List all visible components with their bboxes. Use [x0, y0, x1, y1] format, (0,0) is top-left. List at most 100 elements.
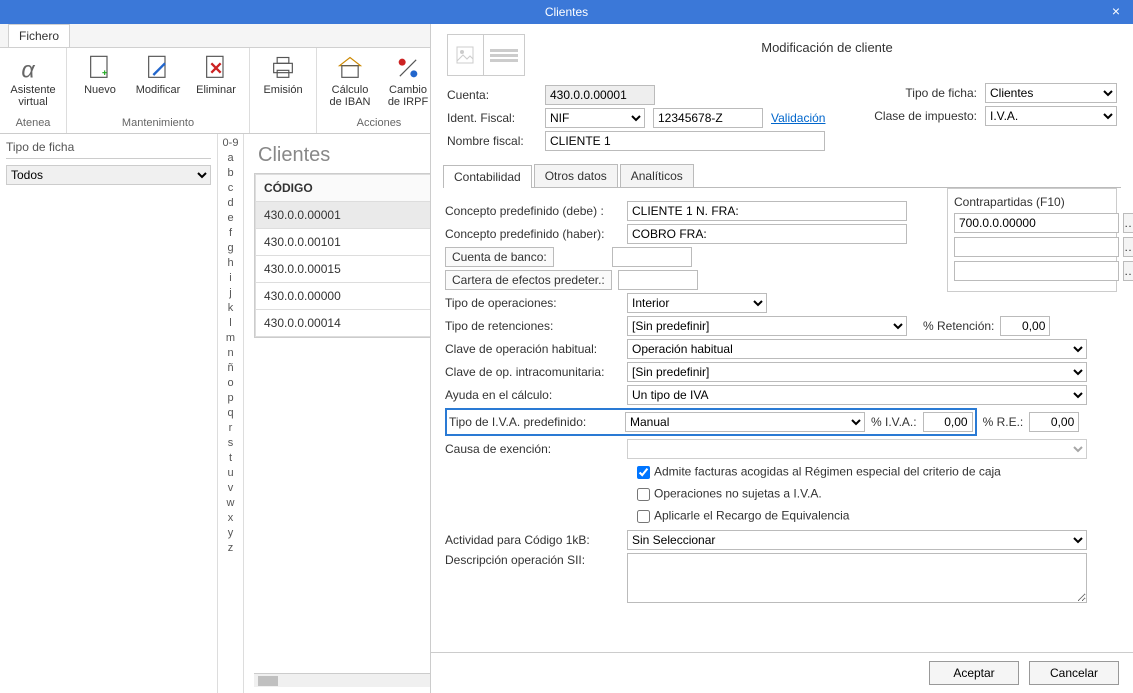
alpha-u[interactable]: u — [218, 466, 243, 481]
alpha-g[interactable]: g — [218, 241, 243, 256]
edit-client-dialog: Modificación de cliente Tipo de ficha: C… — [430, 24, 1133, 693]
group-label-acciones: Acciones — [325, 117, 433, 129]
alpha-h[interactable]: h — [218, 256, 243, 271]
alpha-f[interactable]: f — [218, 226, 243, 241]
filter-label: Tipo de ficha — [6, 140, 211, 159]
tab-contabilidad[interactable]: Contabilidad — [443, 165, 532, 188]
nombre-label: Nombre fiscal: — [447, 134, 537, 148]
cartera-button[interactable]: Cartera de efectos predeter.: — [445, 270, 612, 290]
alpha-k[interactable]: k — [218, 301, 243, 316]
causa-select — [627, 439, 1087, 459]
tab-analiticos[interactable]: Analíticos — [620, 164, 694, 187]
alpha-c[interactable]: c — [218, 181, 243, 196]
dialog-subtitle: Modificación de cliente — [447, 40, 1117, 55]
alpha-a[interactable]: a — [218, 151, 243, 166]
ident-num-input[interactable] — [653, 108, 763, 128]
alpha-r[interactable]: r — [218, 421, 243, 436]
filter-select[interactable]: Todos — [6, 165, 211, 185]
alpha-index: 0-9abcdefghijklmnñopqrstuvwxyz — [218, 134, 244, 693]
cuenta-banco-input[interactable] — [612, 247, 692, 267]
alpha-b[interactable]: b — [218, 166, 243, 181]
eliminar-button[interactable]: Eliminar — [191, 52, 241, 96]
edit-icon — [144, 54, 172, 82]
group-label-mant: Mantenimiento — [75, 117, 241, 129]
tipo-ret-label: Tipo de retenciones: — [445, 319, 621, 333]
pct-ret-input[interactable] — [1000, 316, 1050, 336]
nuevo-label: Nuevo — [84, 84, 116, 96]
alpha-l[interactable]: l — [218, 316, 243, 331]
tipo-ficha-select[interactable]: Clientes — [985, 83, 1117, 103]
alpha-o[interactable]: o — [218, 376, 243, 391]
nombre-input[interactable] — [545, 131, 825, 151]
desc-sii-input[interactable] — [627, 553, 1087, 603]
alpha-q[interactable]: q — [218, 406, 243, 421]
alpha-t[interactable]: t — [218, 451, 243, 466]
clave-intra-label: Clave de op. intracomunitaria: — [445, 365, 621, 379]
alpha-s[interactable]: s — [218, 436, 243, 451]
alpha-d[interactable]: d — [218, 196, 243, 211]
nuevo-button[interactable]: Nuevo — [75, 52, 125, 96]
tipo-ficha-label: Tipo de ficha: — [867, 86, 977, 100]
alpha-0-9[interactable]: 0-9 — [218, 136, 243, 151]
tipo-oper-select[interactable]: Interior — [627, 293, 767, 313]
cartera-input[interactable] — [618, 270, 698, 290]
contra-browse-0[interactable]: … — [1123, 213, 1133, 233]
concepto-haber-input[interactable] — [627, 224, 907, 244]
ribbon-tab-fichero[interactable]: Fichero — [8, 24, 70, 47]
alpha-p[interactable]: p — [218, 391, 243, 406]
contra-input-1[interactable] — [954, 237, 1119, 257]
aceptar-button[interactable]: Aceptar — [929, 661, 1019, 685]
asistente-virtual-button[interactable]: α Asistente virtual — [8, 52, 58, 108]
chk1-input[interactable] — [637, 466, 650, 479]
tab-otros-datos[interactable]: Otros datos — [534, 164, 618, 187]
emision-button[interactable]: Emisión — [258, 52, 308, 96]
pct-re-label: % R.E.: — [983, 415, 1024, 429]
alpha-ñ[interactable]: ñ — [218, 361, 243, 376]
validacion-link[interactable]: Validación — [771, 111, 825, 125]
chk-no-sujetas[interactable]: Operaciones no sujetas a I.V.A. — [633, 485, 1119, 504]
pct-re-input[interactable] — [1029, 412, 1079, 432]
clave-oper-select[interactable]: Operación habitual — [627, 339, 1087, 359]
pct-iva-input[interactable] — [923, 412, 973, 432]
contra-browse-2[interactable]: … — [1123, 261, 1133, 281]
contra-input-0[interactable] — [954, 213, 1119, 233]
alpha-m[interactable]: m — [218, 331, 243, 346]
alpha-w[interactable]: w — [218, 496, 243, 511]
actividad-label: Actividad para Código 1kB: — [445, 533, 621, 547]
concepto-debe-input[interactable] — [627, 201, 907, 221]
tipo-iva-select[interactable]: Manual — [625, 412, 865, 432]
cancelar-button[interactable]: Cancelar — [1029, 661, 1119, 685]
concepto-debe-label: Concepto predefinido (debe) : — [445, 204, 621, 218]
chk-criterio-caja[interactable]: Admite facturas acogidas al Régimen espe… — [633, 463, 1119, 482]
cuenta-banco-button[interactable]: Cuenta de banco: — [445, 247, 554, 267]
ribbon-group-atenea: α Asistente virtual Atenea — [0, 48, 67, 133]
calculo-iban-button[interactable]: Cálculo de IBAN — [325, 52, 375, 108]
alpha-j[interactable]: j — [218, 286, 243, 301]
alpha-e[interactable]: e — [218, 211, 243, 226]
chk3-input[interactable] — [637, 510, 650, 523]
tipo-ret-select[interactable]: [Sin predefinir] — [627, 316, 907, 336]
modificar-button[interactable]: Modificar — [133, 52, 183, 96]
chk2-input[interactable] — [637, 488, 650, 501]
iban-label: Cálculo de IBAN — [325, 84, 375, 108]
cambio-irpf-button[interactable]: Cambio de IRPF — [383, 52, 433, 108]
actividad-select[interactable]: Sin Seleccionar — [627, 530, 1087, 550]
chk-recargo[interactable]: Aplicarle el Recargo de Equivalencia — [633, 507, 1119, 526]
asistente-label: Asistente virtual — [8, 84, 58, 108]
clase-impuesto-select[interactable]: I.V.A. — [985, 106, 1117, 126]
alpha-y[interactable]: y — [218, 526, 243, 541]
alpha-x[interactable]: x — [218, 511, 243, 526]
alpha-z[interactable]: z — [218, 541, 243, 556]
alpha-v[interactable]: v — [218, 481, 243, 496]
cuenta-label: Cuenta: — [447, 88, 537, 102]
contra-input-2[interactable] — [954, 261, 1119, 281]
alpha-n[interactable]: n — [218, 346, 243, 361]
clave-intra-select[interactable]: [Sin predefinir] — [627, 362, 1087, 382]
ayuda-select[interactable]: Un tipo de IVA — [627, 385, 1087, 405]
desc-sii-label: Descripción operación SII: — [445, 553, 621, 567]
ident-tipo-select[interactable]: NIF — [545, 108, 645, 128]
alpha-i[interactable]: i — [218, 271, 243, 286]
titlebar: Clientes × — [0, 0, 1133, 24]
close-icon[interactable]: × — [1107, 2, 1125, 20]
contra-browse-1[interactable]: … — [1123, 237, 1133, 257]
